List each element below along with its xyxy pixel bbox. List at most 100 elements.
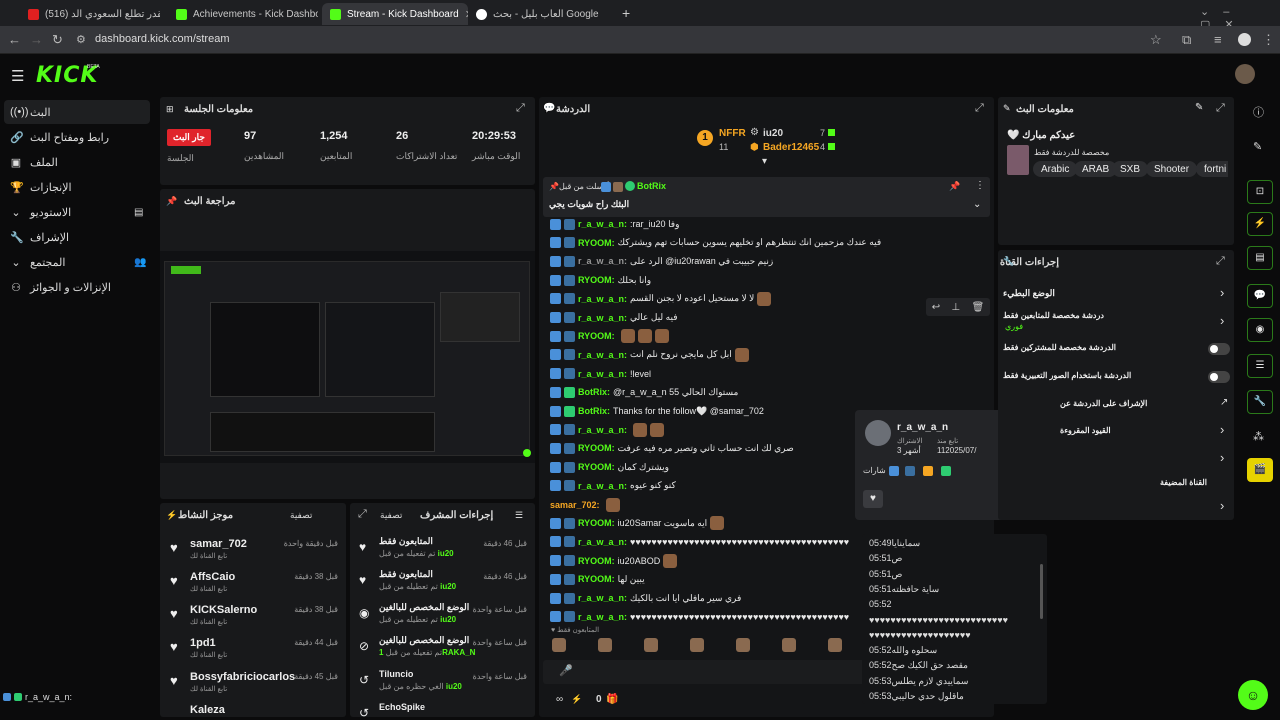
chat-username[interactable]: r_a_w_a_n: xyxy=(578,294,627,304)
clip-button[interactable]: 🎬 xyxy=(1247,458,1273,482)
sidebar-item-studio[interactable]: ⌄ الاستوديو ▤ xyxy=(4,200,150,224)
expand-icon[interactable]: ⤢ xyxy=(516,102,525,115)
sidebar-item-achievements[interactable]: 🏆 الإنجازات xyxy=(4,175,150,199)
pin-icon[interactable]: ⊥ xyxy=(951,302,960,313)
chat-username[interactable]: RYOOM: xyxy=(578,518,615,528)
subs-only-toggle[interactable] xyxy=(1208,343,1230,355)
shortcut-button[interactable]: ☰ xyxy=(1247,354,1273,378)
pinned-user[interactable]: BotRix xyxy=(637,181,666,191)
chat-username[interactable]: RYOOM: xyxy=(578,574,615,584)
chevron-down-icon[interactable]: ⌄ xyxy=(973,199,981,210)
tag-pill[interactable]: Arabic xyxy=(1033,161,1078,177)
leader-name[interactable]: Bader12465 xyxy=(763,142,819,153)
chat-username[interactable]: r_a_w_a_n: xyxy=(578,256,627,266)
chevron-down-icon[interactable]: ▾ xyxy=(762,156,767,167)
tab-achievements[interactable]: Achievements - Kick Dashboard ✕ xyxy=(168,3,318,25)
chat-username[interactable]: BotRix: xyxy=(578,387,610,397)
sidebar-item-profile[interactable]: ▣ الملف xyxy=(4,150,150,174)
pencil-icon[interactable]: ✎ xyxy=(1253,140,1262,153)
leader-name[interactable]: iu20 xyxy=(763,128,783,139)
gift-icon[interactable]: 🎁 xyxy=(606,694,618,705)
tag-pill[interactable]: ARAB xyxy=(1074,161,1118,177)
emote-shortcut[interactable] xyxy=(828,638,842,652)
chat-username[interactable]: RYOOM: xyxy=(578,331,615,341)
chevron-right-icon[interactable]: › xyxy=(1220,285,1224,300)
mod-user[interactable]: iu20 xyxy=(440,615,456,624)
group-icon[interactable]: ⁂ xyxy=(1253,430,1264,443)
reload-icon[interactable]: ↻ xyxy=(52,32,63,48)
extensions-icon[interactable]: ⧉ xyxy=(1182,32,1191,48)
shortcut-button[interactable]: ⚡ xyxy=(1247,212,1273,236)
profile-avatar-icon[interactable] xyxy=(1238,33,1251,46)
shortcut-button[interactable]: 💬 xyxy=(1247,284,1273,308)
help-chat-button[interactable]: ☺ xyxy=(1238,680,1268,710)
emote-shortcut[interactable] xyxy=(552,638,566,652)
shortcut-button[interactable]: ⊡ xyxy=(1247,180,1273,204)
expand-icon[interactable]: ⤢ xyxy=(1216,255,1225,268)
chevron-right-icon[interactable]: › xyxy=(1220,450,1224,465)
shortcut-button[interactable]: 🔧 xyxy=(1247,390,1273,414)
category-thumbnail[interactable] xyxy=(1007,145,1029,175)
chat-username[interactable]: r_a_w_a_n: xyxy=(578,425,627,435)
activity-user[interactable]: Bossyfabriciocarlos xyxy=(190,671,295,683)
mod-user[interactable]: iu20 xyxy=(438,549,454,558)
filter-button[interactable]: تصفية xyxy=(290,510,312,521)
chat-username[interactable]: r_a_w_a_n: xyxy=(578,219,627,229)
emote-shortcut[interactable] xyxy=(782,638,796,652)
media-icon[interactable]: ≡ xyxy=(1214,32,1222,47)
sidebar-item-community[interactable]: ⌄ المجتمع 👥 xyxy=(4,250,150,274)
mod-user[interactable]: iu20 xyxy=(446,682,462,691)
chat-username[interactable]: r_a_w_a_n: xyxy=(578,612,627,622)
chat-username[interactable]: BotRix: xyxy=(578,406,610,416)
stream-video[interactable] xyxy=(160,251,535,463)
activity-user[interactable]: samar_702 xyxy=(190,538,247,550)
menu-kebab-icon[interactable]: ⋮ xyxy=(975,180,985,191)
leader-name[interactable]: NFFR xyxy=(719,128,746,139)
expand-icon[interactable]: ⤢ xyxy=(358,508,367,521)
emote-shortcut[interactable] xyxy=(598,638,612,652)
forward-icon[interactable]: → xyxy=(30,32,43,47)
delete-icon[interactable]: 🗑 xyxy=(972,302,985,313)
scrollbar[interactable] xyxy=(1040,564,1043,619)
emote-only-toggle[interactable] xyxy=(1208,371,1230,383)
site-info-icon[interactable]: ⚙ xyxy=(76,33,86,46)
tag-pill[interactable]: fortni xyxy=(1196,161,1228,177)
back-icon[interactable]: ← xyxy=(8,32,21,47)
pin-icon[interactable]: 📌 xyxy=(949,181,960,192)
user-avatar[interactable] xyxy=(1235,64,1255,84)
chat-username[interactable]: r_a_w_a_n: xyxy=(578,313,627,323)
sidebar-item-moderation[interactable]: 🔧 الإشراف xyxy=(4,225,150,249)
activity-user[interactable]: 1pd1 xyxy=(190,637,216,649)
bookmark-star-icon[interactable]: ☆ xyxy=(1150,32,1162,48)
chat-username[interactable]: RYOOM: xyxy=(578,443,615,453)
chat-username[interactable]: samar_702: xyxy=(550,500,600,510)
expand-icon[interactable]: ⤢ xyxy=(1216,102,1225,115)
reply-icon[interactable]: ↩ xyxy=(932,302,940,313)
mic-icon[interactable]: 🎤 xyxy=(559,664,573,677)
chevron-right-icon[interactable]: › xyxy=(1220,313,1224,328)
emote-shortcut[interactable] xyxy=(690,638,704,652)
tab-youtube[interactable]: (516) هل تقدر تطلع السعودي الد... xyxy=(20,3,160,25)
sidebar-item-drops[interactable]: ⚇ الإنزالات و الجوائز xyxy=(4,275,150,299)
activity-user[interactable]: KICKSalerno xyxy=(190,604,257,616)
sidebar-item-live[interactable]: ((•)) البث xyxy=(4,100,150,124)
chat-username[interactable]: RYOOM: xyxy=(578,275,615,285)
user-card-name[interactable]: r_a_w_a_n xyxy=(897,422,948,433)
points-icon[interactable]: ∞ xyxy=(556,694,563,705)
new-tab-button[interactable]: + xyxy=(622,5,630,21)
external-link-icon[interactable]: ↗ xyxy=(1220,397,1228,408)
chat-username[interactable]: r_a_w_a_n: xyxy=(578,537,627,547)
filter-button[interactable]: تصفية xyxy=(380,510,402,521)
chat-username[interactable]: RYOOM: xyxy=(578,556,615,566)
chat-username[interactable]: r_a_w_a_n: xyxy=(578,481,627,491)
chat-username[interactable]: r_a_w_a_n: xyxy=(578,369,627,379)
shortcut-button[interactable]: ◉ xyxy=(1247,318,1273,342)
url-field[interactable]: dashboard.kick.com/stream xyxy=(95,33,230,45)
tag-pill[interactable]: SXB xyxy=(1112,161,1149,177)
sidebar-item-stream-key[interactable]: 🔗 رابط ومفتاح البث xyxy=(4,125,150,149)
activity-user[interactable]: AffsCaio xyxy=(190,571,235,583)
chat-username[interactable]: r_a_w_a_n: xyxy=(578,593,627,603)
emote-shortcut[interactable] xyxy=(644,638,658,652)
chevron-right-icon[interactable]: › xyxy=(1220,498,1224,513)
emote-shortcut[interactable] xyxy=(736,638,750,652)
